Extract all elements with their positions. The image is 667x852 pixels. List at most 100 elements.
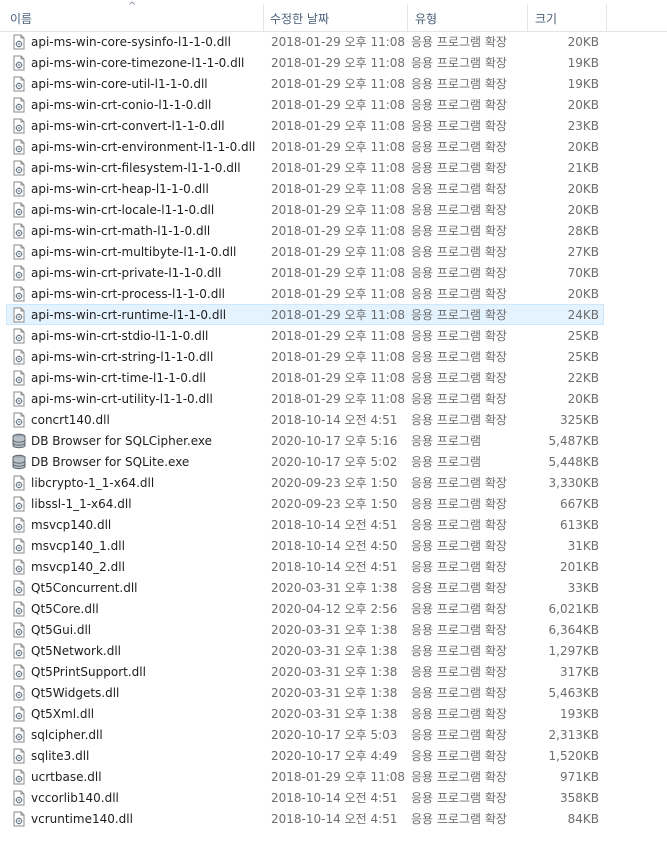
dll-file-icon [11, 601, 27, 617]
file-row[interactable]: api-ms-win-crt-filesystem-l1-1-0.dll 2018… [6, 157, 604, 178]
file-type: 응용 프로그램 확장 [411, 161, 507, 175]
column-header-date[interactable]: 수정한 날짜 [270, 0, 404, 31]
file-name: DB Browser for SQLCipher.exe [31, 434, 213, 448]
file-row[interactable]: Qt5Core.dll 2020-04-12 오후 2:56 응용 프로그램 확장 6… [6, 598, 604, 619]
file-row[interactable]: ucrtbase.dll 2018-01-29 오후 11:08 응용 프로그램 확… [6, 766, 604, 787]
file-type: 응용 프로그램 확장 [411, 602, 507, 616]
file-row[interactable]: api-ms-win-crt-process-l1-1-0.dll 2018-01… [6, 283, 604, 304]
file-row[interactable]: libssl-1_1-x64.dll 2020-09-23 오후 1:50 응용 프… [6, 493, 604, 514]
file-date: 2018-01-29 오후 11:08 [271, 182, 406, 196]
file-name: api-ms-win-core-sysinfo-l1-1-0.dll [31, 35, 231, 49]
column-divider[interactable] [606, 4, 607, 31]
file-name: msvcp140_1.dll [31, 539, 125, 553]
file-row[interactable]: DB Browser for SQLite.exe 2020-10-17 오후 5… [6, 451, 604, 472]
file-name: api-ms-win-crt-locale-l1-1-0.dll [31, 203, 215, 217]
dll-file-icon [11, 286, 27, 302]
file-type: 응용 프로그램 확장 [411, 245, 507, 259]
file-row[interactable]: concrt140.dll 2018-10-14 오전 4:51 응용 프로그램 확… [6, 409, 604, 430]
file-name: DB Browser for SQLite.exe [31, 455, 190, 469]
file-row[interactable]: api-ms-win-crt-heap-l1-1-0.dll 2018-01-29… [6, 178, 604, 199]
file-type: 응용 프로그램 확장 [411, 812, 507, 826]
file-type: 응용 프로그램 확장 [411, 182, 507, 196]
dll-file-icon [11, 559, 27, 575]
file-date: 2018-01-29 오후 11:08 [271, 161, 406, 175]
file-row[interactable]: msvcp140.dll 2018-10-14 오전 4:51 응용 프로그램 확장… [6, 514, 604, 535]
file-size: 358KB [559, 791, 599, 805]
file-date: 2018-01-29 오후 11:08 [271, 266, 406, 280]
file-row[interactable]: api-ms-win-crt-time-l1-1-0.dll 2018-01-29… [6, 367, 604, 388]
dll-file-icon [11, 706, 27, 722]
file-size: 27KB [567, 245, 599, 259]
file-name: Qt5Widgets.dll [31, 686, 120, 700]
file-size: 1,520KB [548, 749, 599, 763]
file-row[interactable]: api-ms-win-crt-convert-l1-1-0.dll 2018-01… [6, 115, 604, 136]
file-size: 19KB [567, 56, 599, 70]
file-row[interactable]: Qt5Widgets.dll 2020-03-31 오후 1:38 응용 프로그램 … [6, 682, 604, 703]
file-type: 응용 프로그램 확장 [411, 623, 507, 637]
file-date: 2018-01-29 오후 11:08 [271, 98, 406, 112]
file-date: 2020-10-17 오후 5:03 [271, 728, 398, 742]
file-size: 20KB [567, 182, 599, 196]
file-type: 응용 프로그램 확장 [411, 686, 507, 700]
file-type: 응용 프로그램 확장 [411, 98, 507, 112]
file-row[interactable]: api-ms-win-core-util-l1-1-0.dll 2018-01-2… [6, 73, 604, 94]
file-row[interactable]: api-ms-win-crt-math-l1-1-0.dll 2018-01-29… [6, 220, 604, 241]
file-name: api-ms-win-core-timezone-l1-1-0.dll [31, 56, 245, 70]
dll-file-icon [11, 727, 27, 743]
column-header-size[interactable]: 크기 [535, 0, 605, 31]
file-row[interactable]: Qt5Gui.dll 2020-03-31 오후 1:38 응용 프로그램 확장 6,… [6, 619, 604, 640]
dll-file-icon [11, 181, 27, 197]
file-size: 201KB [559, 560, 599, 574]
file-name: Qt5Network.dll [31, 644, 121, 658]
file-date: 2020-03-31 오후 1:38 [271, 686, 398, 700]
file-row[interactable]: libcrypto-1_1-x64.dll 2020-09-23 오후 1:50 응… [6, 472, 604, 493]
file-row[interactable]: api-ms-win-crt-utility-l1-1-0.dll 2018-01… [6, 388, 604, 409]
column-header-name[interactable]: 이름 [10, 0, 260, 31]
file-row[interactable]: Qt5Xml.dll 2020-03-31 오후 1:38 응용 프로그램 확장 19… [6, 703, 604, 724]
column-header-type[interactable]: 유형 [415, 0, 525, 31]
file-row[interactable]: sqlite3.dll 2020-10-17 오후 4:49 응용 프로그램 확장 1… [6, 745, 604, 766]
file-type: 응용 프로그램 확장 [411, 518, 507, 532]
file-type: 응용 프로그램 확장 [411, 287, 507, 301]
file-row[interactable]: vcruntime140.dll 2018-10-14 오전 4:51 응용 프로그… [6, 808, 604, 829]
column-divider[interactable] [527, 4, 528, 31]
file-row[interactable]: DB Browser for SQLCipher.exe 2020-10-17 오… [6, 430, 604, 451]
dll-file-icon [11, 748, 27, 764]
file-row[interactable]: sqlcipher.dll 2020-10-17 오후 5:03 응용 프로그램 확… [6, 724, 604, 745]
file-row[interactable]: api-ms-win-crt-multibyte-l1-1-0.dll 2018-… [6, 241, 604, 262]
dll-file-icon [11, 685, 27, 701]
file-type: 응용 프로그램 확장 [411, 539, 507, 553]
file-row[interactable]: msvcp140_2.dll 2018-10-14 오전 4:51 응용 프로그램 … [6, 556, 604, 577]
file-row[interactable]: api-ms-win-crt-locale-l1-1-0.dll 2018-01-… [6, 199, 604, 220]
dll-file-icon [11, 202, 27, 218]
file-row[interactable]: Qt5PrintSupport.dll 2020-03-31 오후 1:38 응용 … [6, 661, 604, 682]
file-date: 2020-10-17 오후 5:02 [271, 455, 398, 469]
file-row[interactable]: api-ms-win-crt-conio-l1-1-0.dll 2018-01-2… [6, 94, 604, 115]
dll-file-icon [11, 370, 27, 386]
file-date: 2018-01-29 오후 11:08 [271, 308, 406, 322]
file-name: vccorlib140.dll [31, 791, 119, 805]
file-row[interactable]: api-ms-win-core-timezone-l1-1-0.dll 2018-… [6, 52, 604, 73]
dll-file-icon [11, 643, 27, 659]
file-name: api-ms-win-crt-convert-l1-1-0.dll [31, 119, 225, 133]
file-row[interactable]: api-ms-win-crt-runtime-l1-1-0.dll 2018-01… [6, 304, 604, 325]
column-divider[interactable] [407, 4, 408, 31]
file-row[interactable]: vccorlib140.dll 2018-10-14 오전 4:51 응용 프로그램… [6, 787, 604, 808]
file-name: libcrypto-1_1-x64.dll [31, 476, 155, 490]
file-date: 2018-10-14 오전 4:51 [271, 812, 398, 826]
file-type: 응용 프로그램 확장 [411, 203, 507, 217]
file-row[interactable]: msvcp140_1.dll 2018-10-14 오전 4:50 응용 프로그램 … [6, 535, 604, 556]
file-name: api-ms-win-crt-filesystem-l1-1-0.dll [31, 161, 241, 175]
file-row[interactable]: Qt5Network.dll 2020-03-31 오후 1:38 응용 프로그램 … [6, 640, 604, 661]
file-size: 20KB [567, 287, 599, 301]
file-row[interactable]: api-ms-win-crt-stdio-l1-1-0.dll 2018-01-2… [6, 325, 604, 346]
file-row[interactable]: api-ms-win-crt-private-l1-1-0.dll 2018-01… [6, 262, 604, 283]
file-row[interactable]: api-ms-win-core-sysinfo-l1-1-0.dll 2018-0… [6, 31, 604, 52]
column-divider[interactable] [263, 4, 264, 31]
file-row[interactable]: Qt5Concurrent.dll 2020-03-31 오후 1:38 응용 프로… [6, 577, 604, 598]
file-size: 23KB [567, 119, 599, 133]
dll-file-icon [11, 769, 27, 785]
file-row[interactable]: api-ms-win-crt-string-l1-1-0.dll 2018-01-… [6, 346, 604, 367]
file-row[interactable]: api-ms-win-crt-environment-l1-1-0.dll 201… [6, 136, 604, 157]
dll-file-icon [11, 307, 27, 323]
